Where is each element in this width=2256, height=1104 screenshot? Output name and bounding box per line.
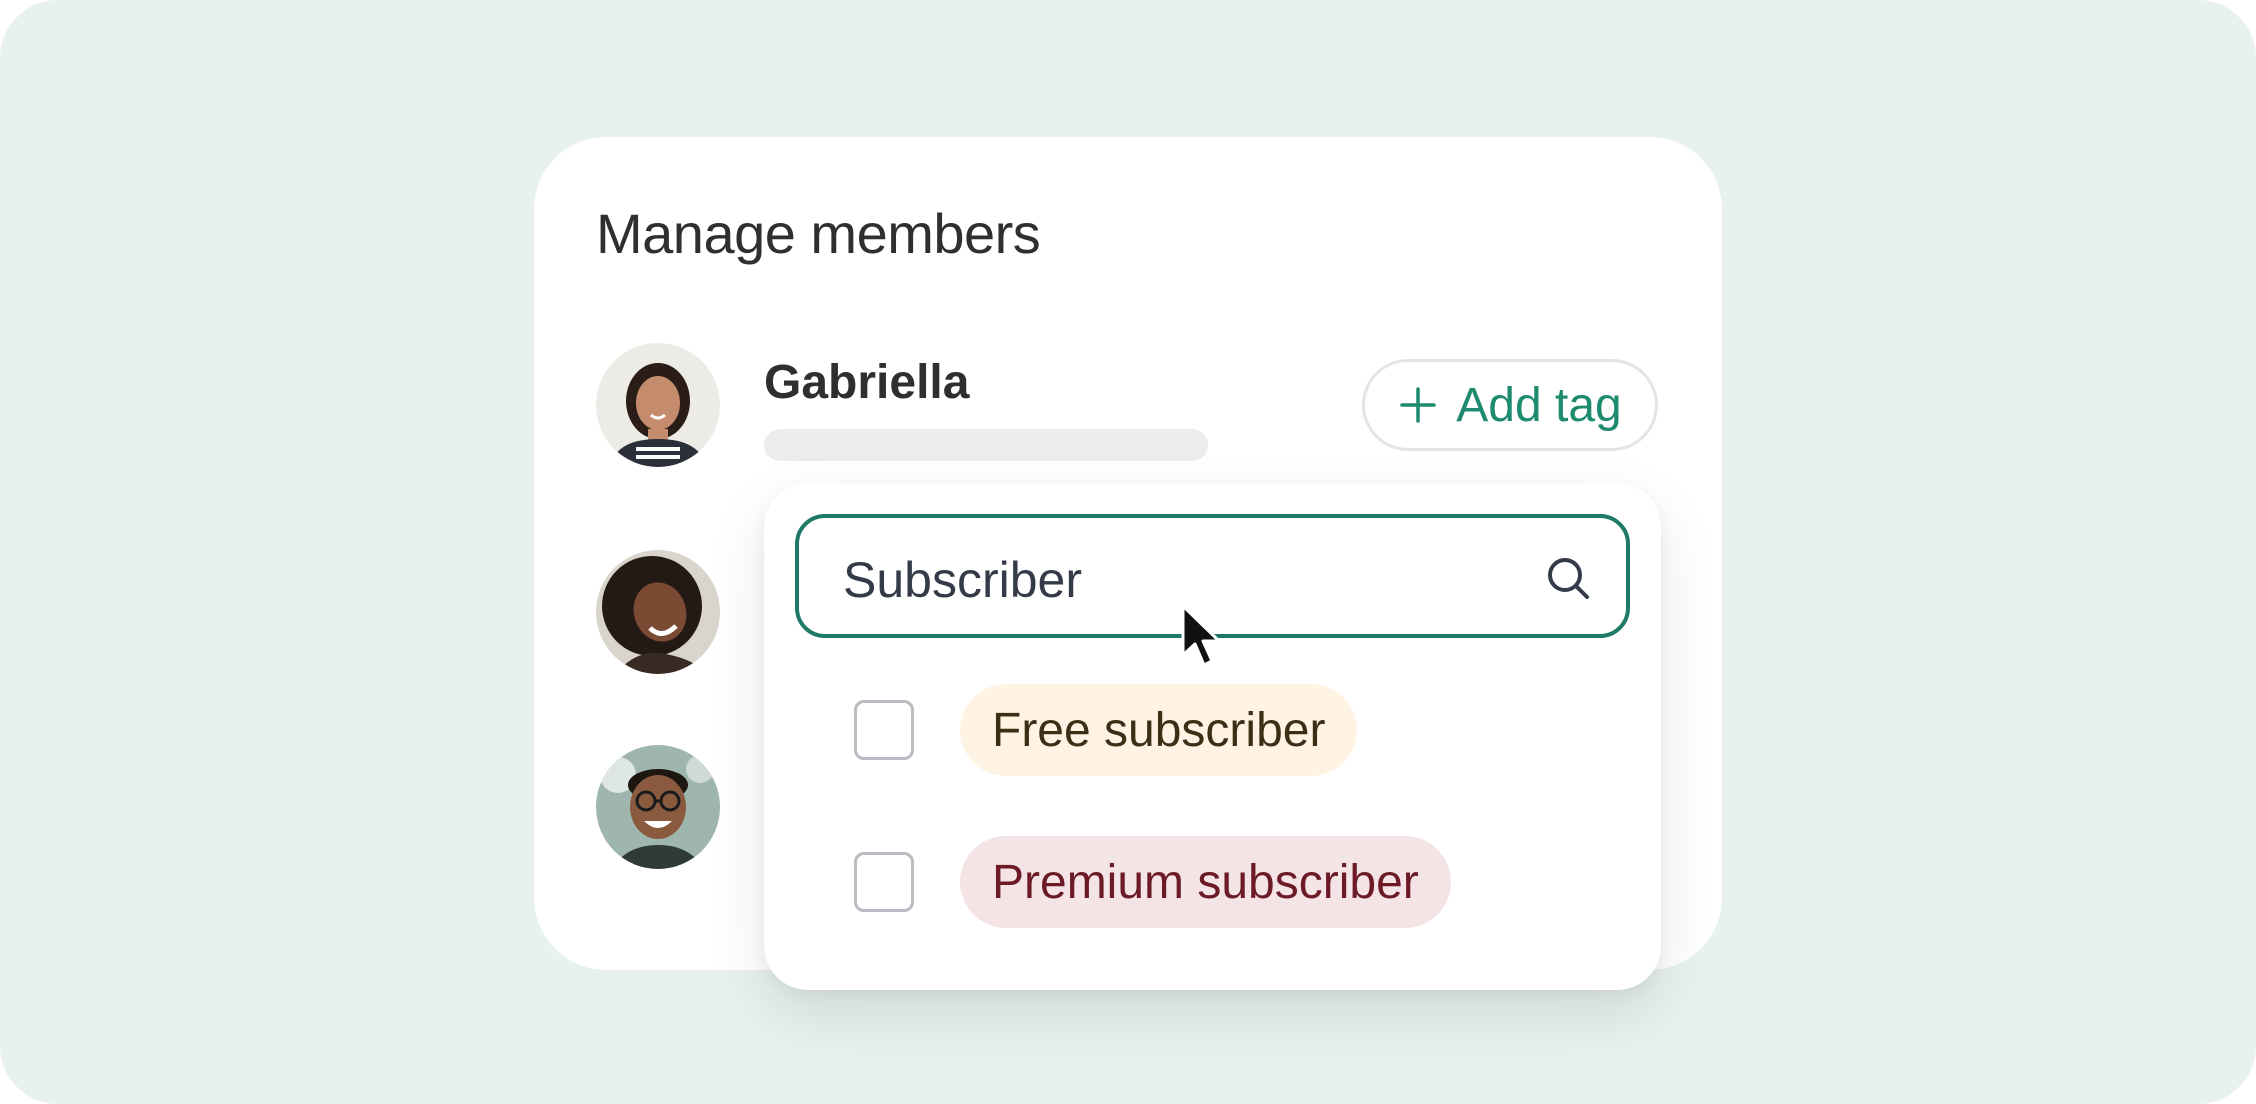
tag-dropdown: Subscriber Free subscriber Premium subsc… [764, 483, 1661, 990]
card-title: Manage members [596, 202, 1041, 265]
member-name: Gabriella [764, 356, 970, 409]
member-avatar-photo [596, 745, 720, 869]
plus-icon [1400, 387, 1437, 423]
add-tag-label: Add tag [1456, 378, 1622, 432]
add-tag-button[interactable]: Add tag [1362, 359, 1658, 451]
page-background: Manage members Gabriella Add tag Subscri… [0, 0, 2256, 1104]
tag-search-value: Subscriber [843, 552, 1082, 608]
premium-subscriber-checkbox[interactable] [854, 852, 914, 912]
free-subscriber-tag[interactable]: Free subscriber [960, 684, 1358, 776]
member-avatar-1[interactable] [596, 343, 720, 467]
member-detail-placeholder [764, 429, 1208, 461]
member-avatar-2[interactable] [596, 550, 720, 674]
free-subscriber-checkbox[interactable] [854, 700, 914, 760]
mouse-cursor-icon [1181, 604, 1221, 667]
tag-option-free[interactable]: Free subscriber [854, 684, 1358, 776]
premium-subscriber-tag[interactable]: Premium subscriber [960, 836, 1451, 928]
tag-option-premium[interactable]: Premium subscriber [854, 836, 1451, 928]
member-avatar-photo [596, 550, 720, 674]
member-avatar-3[interactable] [596, 745, 720, 869]
search-icon[interactable] [1544, 554, 1592, 602]
member-avatar-photo [596, 343, 720, 467]
